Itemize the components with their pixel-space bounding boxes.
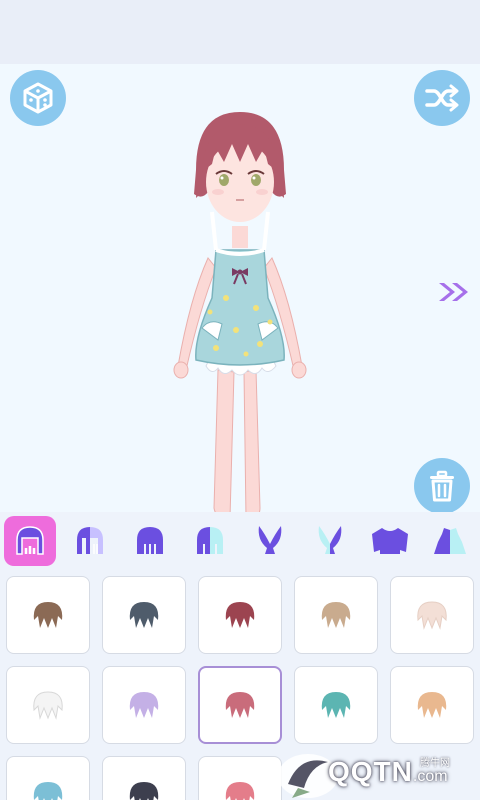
hair-front-two-tone-icon bbox=[77, 527, 103, 554]
hair-option[interactable] bbox=[390, 576, 474, 654]
dress-icon bbox=[434, 528, 466, 554]
hair-option[interactable] bbox=[294, 666, 378, 744]
tab-hair-front-two-tone[interactable] bbox=[64, 516, 116, 566]
cube-icon bbox=[23, 82, 53, 114]
bunny-ears-two-tone-icon bbox=[318, 526, 342, 554]
watermark-small-text: 腾牛网 bbox=[420, 758, 450, 769]
shuffle-icon bbox=[425, 84, 459, 112]
hair-thumbnail bbox=[321, 692, 351, 718]
hair-thumbnail bbox=[33, 782, 63, 800]
tab-dress[interactable] bbox=[424, 516, 476, 566]
hair-option[interactable] bbox=[102, 576, 186, 654]
hair-option[interactable] bbox=[102, 666, 186, 744]
hair-front-icon bbox=[16, 526, 44, 555]
hair-thumbnail bbox=[129, 782, 159, 800]
hair-thumbnail bbox=[417, 601, 447, 630]
category-tab-bar bbox=[0, 512, 480, 570]
tab-bunny-ears[interactable] bbox=[244, 516, 296, 566]
hair-back-two-tone-icon bbox=[197, 527, 223, 554]
tab-hair-back[interactable] bbox=[124, 516, 176, 566]
double-chevron-right-icon bbox=[439, 283, 468, 301]
bunny-ears-icon bbox=[258, 526, 282, 554]
hair-thumbnail bbox=[129, 692, 159, 718]
hair-thumbnail bbox=[129, 602, 159, 628]
delete-button[interactable] bbox=[414, 458, 470, 512]
character-avatar bbox=[173, 112, 307, 512]
next-button[interactable] bbox=[434, 278, 474, 306]
trash-icon bbox=[430, 470, 454, 502]
hair-option[interactable] bbox=[198, 576, 282, 654]
status-bar bbox=[0, 0, 480, 64]
hair-thumbnail bbox=[33, 602, 63, 628]
cube-button[interactable] bbox=[10, 70, 66, 126]
hair-thumbnail bbox=[417, 692, 447, 718]
hair-option[interactable] bbox=[6, 576, 90, 654]
watermark-suffix: .com bbox=[412, 768, 448, 785]
hair-thumbnail bbox=[33, 691, 63, 720]
shuffle-button[interactable] bbox=[414, 70, 470, 126]
character-stage bbox=[0, 64, 480, 512]
hair-option[interactable] bbox=[294, 576, 378, 654]
tab-top[interactable] bbox=[364, 516, 416, 566]
hair-option[interactable] bbox=[102, 756, 186, 800]
hair-thumbnail bbox=[321, 602, 351, 628]
tab-bunny-ears-two-tone[interactable] bbox=[304, 516, 356, 566]
hair-option[interactable] bbox=[6, 756, 90, 800]
hair-back-icon bbox=[137, 527, 163, 554]
tab-hair-back-two-tone[interactable] bbox=[184, 516, 236, 566]
tab-hair-front[interactable] bbox=[4, 516, 56, 566]
hair-option[interactable] bbox=[390, 666, 474, 744]
watermark-brand: QQTN bbox=[328, 756, 413, 787]
hair-option-selected[interactable] bbox=[198, 666, 282, 744]
hair-thumbnail bbox=[225, 782, 255, 800]
hair-option[interactable] bbox=[6, 666, 90, 744]
top-shirt-icon bbox=[372, 528, 408, 554]
hair-thumbnail bbox=[225, 602, 255, 628]
hair-thumbnail bbox=[225, 692, 255, 718]
